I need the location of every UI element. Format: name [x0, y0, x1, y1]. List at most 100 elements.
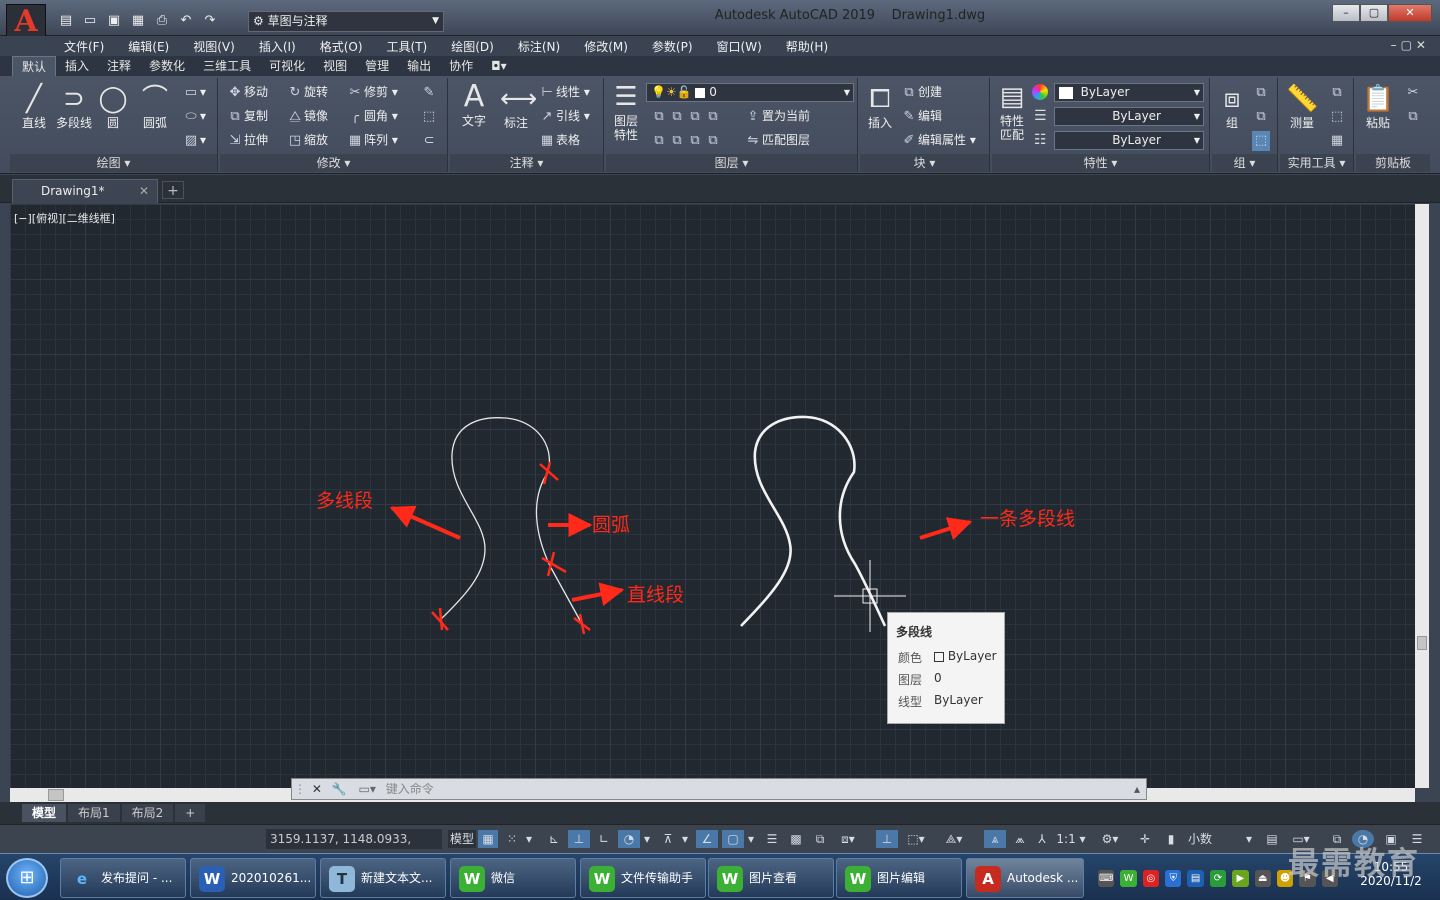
horizontal-scroll-thumb[interactable] [48, 789, 64, 801]
group-button[interactable]: ⧈ 组 [1214, 84, 1250, 130]
command-prompt-icon[interactable]: ▭▾ [359, 782, 376, 796]
tab-view[interactable]: 视图 [314, 56, 356, 76]
menu-insert[interactable]: 插入(I) [259, 38, 296, 55]
tab-model[interactable]: 模型 [22, 804, 67, 822]
annotation-monitor-icon[interactable]: ✛ [1134, 830, 1156, 848]
autocad-logo-icon[interactable]: A [6, 4, 46, 39]
infer-constraints-icon[interactable]: ⊾ [544, 830, 564, 848]
model-space-button[interactable]: 模型 [448, 830, 476, 848]
hatch-tool[interactable]: ▨ ▾ [182, 130, 206, 150]
edit-block-button[interactable]: ✎ 编辑 [900, 106, 942, 126]
menu-help[interactable]: 帮助(H) [786, 38, 828, 55]
maximize-button[interactable]: ▢ [1360, 4, 1388, 22]
polyline-button[interactable]: ⊃ 多段线 [54, 84, 94, 130]
offset-button[interactable]: ⊂ [420, 130, 438, 150]
explode-button[interactable]: ⬚ [420, 106, 438, 126]
security-shield-icon[interactable]: ⛨ [1165, 869, 1182, 887]
taskbar-item-autocad[interactable]: A Autodesk ... [966, 858, 1084, 898]
move-button[interactable]: ✥ 移动 [226, 82, 268, 102]
save-as-icon[interactable]: ▦ [128, 12, 148, 30]
taskbar-item-file-transfer[interactable]: W 文件传输助手 [580, 858, 706, 898]
layer-dropdown[interactable]: 💡☀🔓 0 ▼ [646, 83, 854, 102]
menu-modify[interactable]: 修改(M) [584, 38, 628, 55]
snap-icon[interactable]: ⁙ [502, 830, 522, 848]
tab-insert[interactable]: 插入 [56, 56, 98, 76]
match-properties-button[interactable]: ▤ 特性 匹配 [994, 82, 1030, 142]
network-drive-icon[interactable]: ▤ [1187, 869, 1204, 887]
draw-panel-title[interactable]: 绘图 ▾ [10, 154, 217, 172]
new-tab-button[interactable]: + [162, 181, 184, 199]
wrench-icon[interactable]: 🔧 [332, 782, 347, 796]
units-dropdown[interactable]: 小数 ▾ [1182, 830, 1256, 848]
close-button[interactable]: ✕ [1388, 4, 1432, 22]
block-panel-title[interactable]: 块 ▾ [860, 154, 989, 172]
menu-view[interactable]: 视图(V) [193, 38, 235, 55]
tab-layout1[interactable]: 布局1 [68, 804, 120, 822]
line-segment-path[interactable] [549, 565, 583, 625]
redo-icon[interactable]: ↷ [200, 12, 220, 30]
vertical-scrollbar[interactable] [1415, 204, 1429, 788]
match-layer-button[interactable]: ⇋ 匹配图层 [744, 130, 810, 150]
layer-tools-row2[interactable]: ⧉ ⧉ ⧉ ⧉ [650, 130, 722, 150]
annotation-visibility-icon[interactable]: ⩓ [984, 830, 1006, 848]
calculator-button[interactable]: ▦ [1328, 130, 1346, 150]
gizmo-icon[interactable]: ⟁▾ [940, 830, 968, 848]
annotation-panel-title[interactable]: 注释 ▾ [450, 154, 603, 172]
snap-dropdown-icon[interactable]: ▾ [522, 830, 536, 848]
leader-button[interactable]: ↗ 引线 ▾ [538, 106, 590, 126]
selection-cycling-icon[interactable]: ⧉ [810, 830, 830, 848]
layers-panel-title[interactable]: 图层 ▾ [606, 154, 857, 172]
linear-button[interactable]: ⊢ 线性 ▾ [538, 82, 590, 102]
isometric-dropdown-icon[interactable]: ▾ [678, 830, 692, 848]
dynamic-input-icon[interactable]: ⊥ [568, 830, 590, 848]
text-button[interactable]: A 文字 [454, 82, 494, 129]
nvidia-icon[interactable]: ▶ [1232, 869, 1249, 887]
start-button[interactable]: ⊞ [6, 858, 48, 898]
color-wheel-icon[interactable] [1032, 84, 1048, 100]
tab-visualize[interactable]: 可视化 [260, 56, 314, 76]
tab-parametric[interactable]: 参数化 [140, 56, 194, 76]
close-tab-icon[interactable]: ✕ [139, 180, 149, 202]
stretch-button[interactable]: ⇲ 拉伸 [226, 130, 268, 150]
measure-button[interactable]: 📏 测量 [1282, 84, 1322, 130]
color-dropdown[interactable]: ByLayer ▼ [1054, 83, 1204, 102]
taskbar-item-notepad[interactable]: T 新建文本文... [320, 858, 446, 898]
erase-button[interactable]: ✎ [420, 82, 438, 102]
ortho-icon[interactable]: ∟ [594, 830, 614, 848]
taskbar-item-wechat[interactable]: W 微信 [450, 858, 576, 898]
coordinates-readout[interactable]: 3159.1137, 1148.0933, 0.0000 [266, 829, 442, 866]
open-folder-icon[interactable]: ▭ [80, 12, 100, 30]
tab-collaborate[interactable]: 协作 [440, 56, 482, 76]
insert-block-button[interactable]: ⧠ 插入 [862, 84, 898, 130]
annotation-scale-dropdown[interactable]: 1:1 ▾ [1054, 830, 1088, 848]
menu-dimension[interactable]: 标注(N) [518, 38, 560, 55]
command-history-icon[interactable]: ▴ [1134, 779, 1140, 799]
ribbon-toggle-icon[interactable]: ◘▾ [482, 56, 516, 76]
workspace-switch-icon[interactable]: ⚙▾ [1094, 830, 1126, 848]
copy-button[interactable]: ⧉ 复制 [226, 106, 268, 126]
lineweight-toggle-icon[interactable]: ☰ [762, 830, 782, 848]
dimension-button[interactable]: ⟷ 标注 [496, 84, 537, 130]
osnap-dropdown-icon[interactable]: ▾ [744, 830, 758, 848]
menu-edit[interactable]: 编辑(E) [128, 38, 169, 55]
menu-format[interactable]: 格式(O) [320, 38, 363, 55]
dynamic-ucs-icon[interactable]: ⊥ [876, 830, 898, 848]
document-window-controls[interactable]: –▢✕ [1391, 38, 1430, 52]
cut-button[interactable]: ✂ [1404, 82, 1422, 102]
menu-window[interactable]: 窗口(W) [717, 38, 762, 55]
usb-icon[interactable]: ⏏ [1254, 869, 1271, 887]
polyline-segment-path[interactable] [439, 417, 550, 621]
line-button[interactable]: ╱ 直线 [14, 84, 54, 130]
menu-draw[interactable]: 绘图(D) [451, 38, 494, 55]
keyboard-icon[interactable]: ⌨ [1098, 869, 1115, 887]
group-select-button[interactable]: ⬚ [1252, 130, 1270, 151]
auto-scale-icon[interactable]: ⩕ [1010, 830, 1030, 848]
object-snap-icon[interactable]: ▢ [722, 830, 744, 848]
linetype-dropdown[interactable]: ByLayer ▼ [1054, 107, 1204, 126]
circle-button[interactable]: ◯ 圆 [96, 84, 130, 130]
tab-output[interactable]: 输出 [398, 56, 440, 76]
array-button[interactable]: ▦ 阵列 ▾ [346, 130, 398, 150]
tab-annotate[interactable]: 注释 [98, 56, 140, 76]
taskbar-item-image-editor[interactable]: W 图片编辑 [836, 858, 962, 898]
ellipse-tool[interactable]: ⬭ ▾ [182, 106, 206, 126]
